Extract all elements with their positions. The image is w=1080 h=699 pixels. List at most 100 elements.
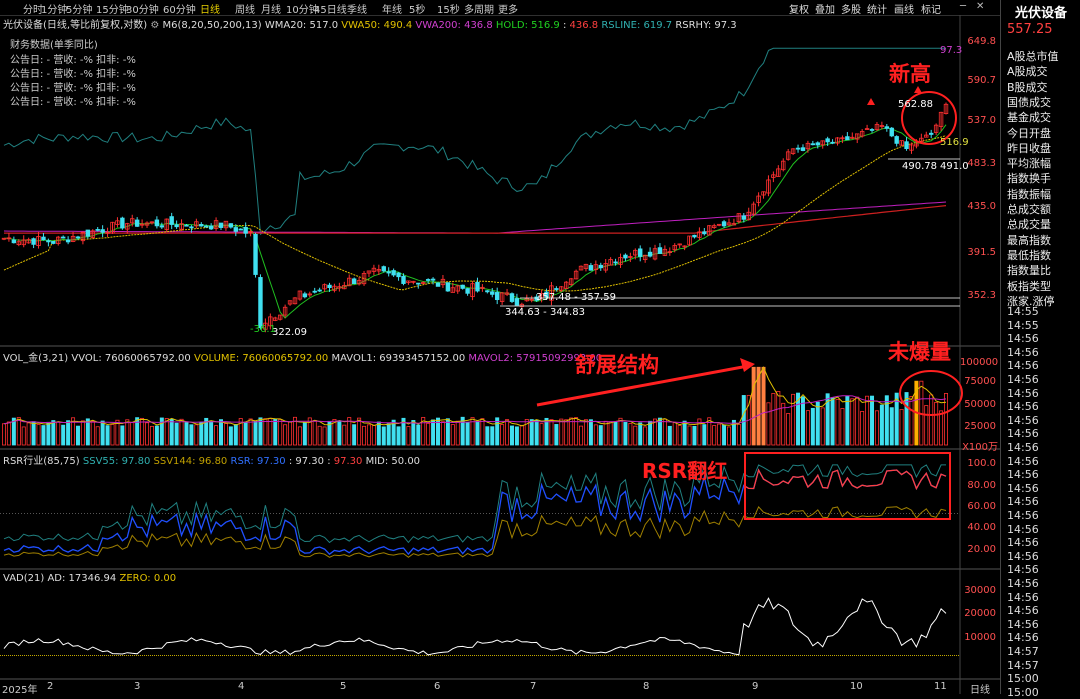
vol-unit: X100万 [962, 442, 998, 453]
volume-bar [149, 425, 154, 446]
candle-body [396, 272, 401, 278]
hold2-label: 436.8 [569, 20, 599, 31]
candle-body [189, 226, 194, 229]
mid-label: MID: 50.00 [365, 456, 421, 467]
volume-bar [722, 424, 727, 446]
candle-body [11, 239, 17, 244]
candle-body [692, 234, 697, 238]
volume-bar [924, 405, 929, 446]
ma50-line [3, 135, 947, 292]
panel-item: 最高指数 [1007, 233, 1051, 247]
volume-bar [184, 422, 189, 446]
candle-body [154, 219, 160, 227]
volume-bar [672, 422, 677, 446]
candle-body [386, 271, 391, 274]
label-range1: 357.48 - 357.59 [536, 292, 616, 303]
volume-bar [426, 422, 431, 446]
volume-bar [243, 421, 248, 446]
volume-bar [712, 425, 717, 446]
volume-bar [322, 426, 327, 446]
tick-time: 15:00 [1007, 685, 1039, 699]
candle-body [430, 278, 436, 281]
volume-bar [209, 420, 214, 446]
candle-body [134, 219, 140, 227]
volume-bar [485, 426, 490, 446]
candle-body [381, 266, 386, 272]
volume-bar [687, 425, 692, 446]
candle-body [169, 216, 174, 225]
panel-item: 基金成交 [1007, 111, 1051, 125]
candle-body [75, 236, 81, 239]
volume-bar [835, 399, 840, 446]
vad-tick: 30000 [964, 585, 996, 596]
candle-body [31, 238, 36, 245]
tick-time: 14:56 [1007, 481, 1039, 495]
label-range3b: 491.0 [940, 161, 969, 172]
label-range2: 344.63 - 344.83 [505, 307, 585, 318]
rsr-v3-label: 97.30 [333, 456, 363, 467]
volume-bar [539, 423, 544, 446]
candle-body [218, 222, 224, 228]
volume-bar [283, 424, 288, 446]
candle-body [95, 229, 100, 231]
volume-bar [440, 421, 445, 446]
volume-bar [786, 413, 791, 446]
volume-bar [638, 422, 643, 446]
candle-body [391, 270, 396, 276]
volume-bar [253, 420, 258, 446]
volume-bar [860, 411, 865, 446]
volume-bar [31, 421, 36, 446]
label-high: 562.88 [898, 99, 933, 110]
volume-bar [514, 426, 519, 446]
tick-time: 14:57 [1007, 658, 1039, 672]
x-tick: 8 [643, 681, 650, 692]
candle-body [60, 236, 66, 239]
volume-bar [934, 402, 939, 446]
volume-bar [169, 418, 174, 446]
x-tick: 11 [934, 681, 947, 692]
price-tick: 649.8 [967, 36, 996, 47]
volume-bar [554, 424, 559, 446]
candle-body [830, 141, 835, 144]
candle-body [208, 225, 214, 230]
high-marker-2 [867, 98, 875, 105]
candle-body [351, 278, 357, 285]
volume-bar [302, 422, 307, 446]
panel-item: A股总市值 [1007, 50, 1059, 63]
volume-bar [199, 422, 204, 446]
volume-bar [416, 424, 421, 446]
tick-time: 14:56 [1007, 359, 1039, 373]
volume-bar [741, 395, 746, 446]
candle-body [204, 225, 209, 228]
candle-body [929, 132, 934, 135]
candle-body [810, 143, 816, 146]
tick-time: 14:56 [1007, 522, 1039, 536]
finance-row: 公告日: - 营收: -% 扣非: -% [10, 97, 136, 108]
tick-time: 14:56 [1007, 427, 1039, 441]
volume-bar [475, 420, 480, 446]
candle-body [238, 228, 243, 231]
rsr-red-box [744, 452, 951, 520]
vol-header: VOL_金(3,21) VVOL: 76060065792.00 VOLUME:… [3, 349, 602, 364]
candle-body [465, 288, 470, 294]
candle-body [258, 277, 263, 329]
gear-icon[interactable]: ⚙ [150, 20, 159, 31]
quote-panel: 光伏设备 557.25 A股总市值 A股成交 B股成交 国债成交 基金成交 今日开盘 昨日收… [1000, 0, 1080, 699]
volume-bar [278, 419, 283, 446]
main-header: 光伏设备(日线,等比前复权,对数) ⚙ M6(8,20,50,200,13) W… [3, 20, 737, 31]
candle-body [509, 293, 515, 302]
tick-time: 14:56 [1007, 332, 1039, 346]
volume-bar [376, 421, 381, 446]
label-lowmark: -36.1 [250, 324, 276, 335]
volume-bar [633, 425, 638, 446]
volume-bar [130, 421, 135, 446]
ad-label: AD: 17346.94 [47, 573, 117, 584]
volume-bar [268, 417, 273, 446]
volume-bar [125, 419, 130, 446]
volume-bar [588, 419, 593, 446]
volume-bar [480, 418, 485, 446]
candle-body [598, 264, 603, 269]
volume-bar [593, 424, 598, 446]
panel-item: 指数换手 [1007, 172, 1051, 186]
volume-bar [534, 419, 539, 446]
